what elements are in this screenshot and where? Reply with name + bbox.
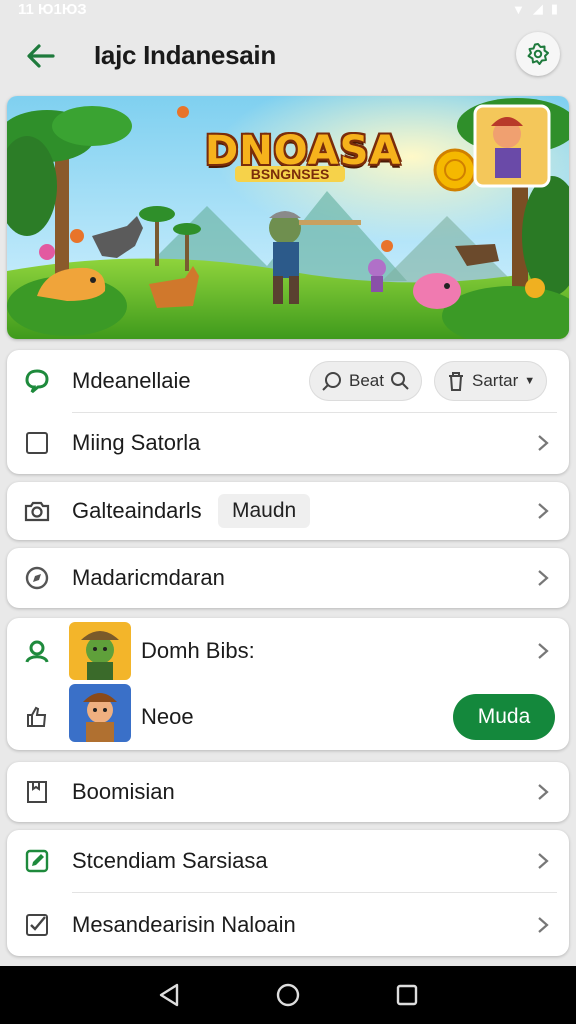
- circle-home-icon: [276, 983, 300, 1007]
- system-nav-bar: [0, 966, 576, 1024]
- square-recents-icon: [396, 984, 417, 1006]
- nav-back-button[interactable]: [154, 980, 184, 1010]
- chevron-right-icon: [538, 503, 549, 519]
- card-gallery: Galteaindarls Maudn: [7, 482, 569, 540]
- chevron-right-icon: [538, 917, 549, 933]
- card-characters: Domh Bibs: Neoe Muda: [7, 618, 569, 750]
- card-management: Madaricmdaran: [7, 548, 569, 608]
- page-title: Iajc Indanesain: [94, 40, 276, 70]
- list-item-management[interactable]: Madaricmdaran: [7, 547, 569, 609]
- sort-pill[interactable]: Sartar ▼: [434, 361, 548, 401]
- compass-icon: [23, 564, 51, 592]
- search-icon: [322, 372, 341, 391]
- card-bookmarks: Boomisian: [7, 762, 569, 822]
- signal-icon: ▼: [511, 1, 525, 17]
- bookmarks-label: Boomisian: [72, 779, 175, 804]
- chevron-right-icon: [538, 570, 549, 586]
- game-banner[interactable]: DNOASA BSNGNSES: [7, 96, 569, 339]
- thumbs-up-icon: [23, 703, 51, 731]
- list-item-option-1[interactable]: Stcendiam Sarsiasa: [7, 830, 569, 892]
- chevron-right-icon: [538, 853, 549, 869]
- list-item-character-2[interactable]: Neoe Muda: [7, 684, 569, 748]
- wifi-icon: ◢: [532, 1, 543, 16]
- nav-home-button[interactable]: [273, 980, 303, 1010]
- settings-label: Miing Satorla: [72, 430, 201, 455]
- caret-down-icon: ▼: [524, 375, 536, 387]
- back-button[interactable]: [22, 38, 58, 74]
- divider: [72, 892, 557, 893]
- sort-pill-label: Sartar: [472, 371, 519, 390]
- character-1-label: Domh Bibs:: [141, 638, 255, 663]
- gear-icon: [527, 43, 549, 65]
- magnifier-icon: [390, 372, 409, 390]
- bookmark-icon: [23, 778, 51, 806]
- list-item-option-2[interactable]: Mesandearisin Naloain: [7, 894, 569, 956]
- search-pill-label: Beat: [349, 371, 384, 390]
- checkbox-icon: [23, 429, 51, 457]
- management-label: Madaricmdaran: [72, 565, 225, 590]
- list-item-character-1[interactable]: Domh Bibs:: [7, 620, 569, 682]
- status-time: 11 Ю1ЮЗ: [18, 0, 87, 18]
- nav-recents-button[interactable]: [392, 980, 422, 1010]
- chat-bubble-icon: [23, 367, 51, 395]
- banner-logo-subtitle: BSNGNSES: [235, 166, 345, 182]
- chevron-right-icon: [538, 435, 549, 451]
- edit-icon: [23, 847, 51, 875]
- character-thumbnail: [69, 622, 131, 680]
- status-icons: ▼ ◢ ▮: [512, 1, 558, 17]
- list-item-bookmarks[interactable]: Boomisian: [7, 761, 569, 823]
- card-filters: Mdeanellaie Beat Sartar ▼ Miing Satorla: [7, 350, 569, 474]
- list-item-gallery[interactable]: Galteaindarls Maudn: [7, 480, 569, 542]
- list-item-settings[interactable]: Miing Satorla: [7, 412, 569, 474]
- chevron-right-icon: [538, 643, 549, 659]
- search-pill[interactable]: Beat: [309, 361, 422, 401]
- battery-icon: ▮: [550, 1, 558, 16]
- chevron-right-icon: [538, 784, 549, 800]
- character-2-label: Neoe: [141, 704, 194, 729]
- status-bar: 11 Ю1ЮЗ ▼ ◢ ▮: [0, 0, 576, 18]
- option-1-label: Stcendiam Sarsiasa: [72, 848, 268, 873]
- gallery-label: Galteaindarls: [72, 498, 202, 523]
- settings-button[interactable]: [516, 32, 560, 76]
- character-thumbnail: [69, 684, 131, 742]
- option-2-label: Mesandearisin Naloain: [72, 912, 296, 937]
- status-tag: Maudn: [218, 494, 311, 528]
- app-bar: Iajc Indanesain: [0, 22, 576, 90]
- action-button[interactable]: Muda: [453, 694, 555, 740]
- checked-box-icon: [23, 911, 51, 939]
- arrow-left-icon: [27, 44, 55, 68]
- card-options: Stcendiam Sarsiasa Mesandearisin Naloain: [7, 830, 569, 956]
- user-badge-icon: [23, 637, 51, 665]
- filter-label: Mdeanellaie: [72, 368, 191, 393]
- list-item-filter[interactable]: Mdeanellaie Beat Sartar ▼: [7, 350, 569, 412]
- camera-icon: [23, 497, 51, 525]
- triangle-back-icon: [160, 983, 179, 1007]
- trash-icon: [449, 372, 463, 391]
